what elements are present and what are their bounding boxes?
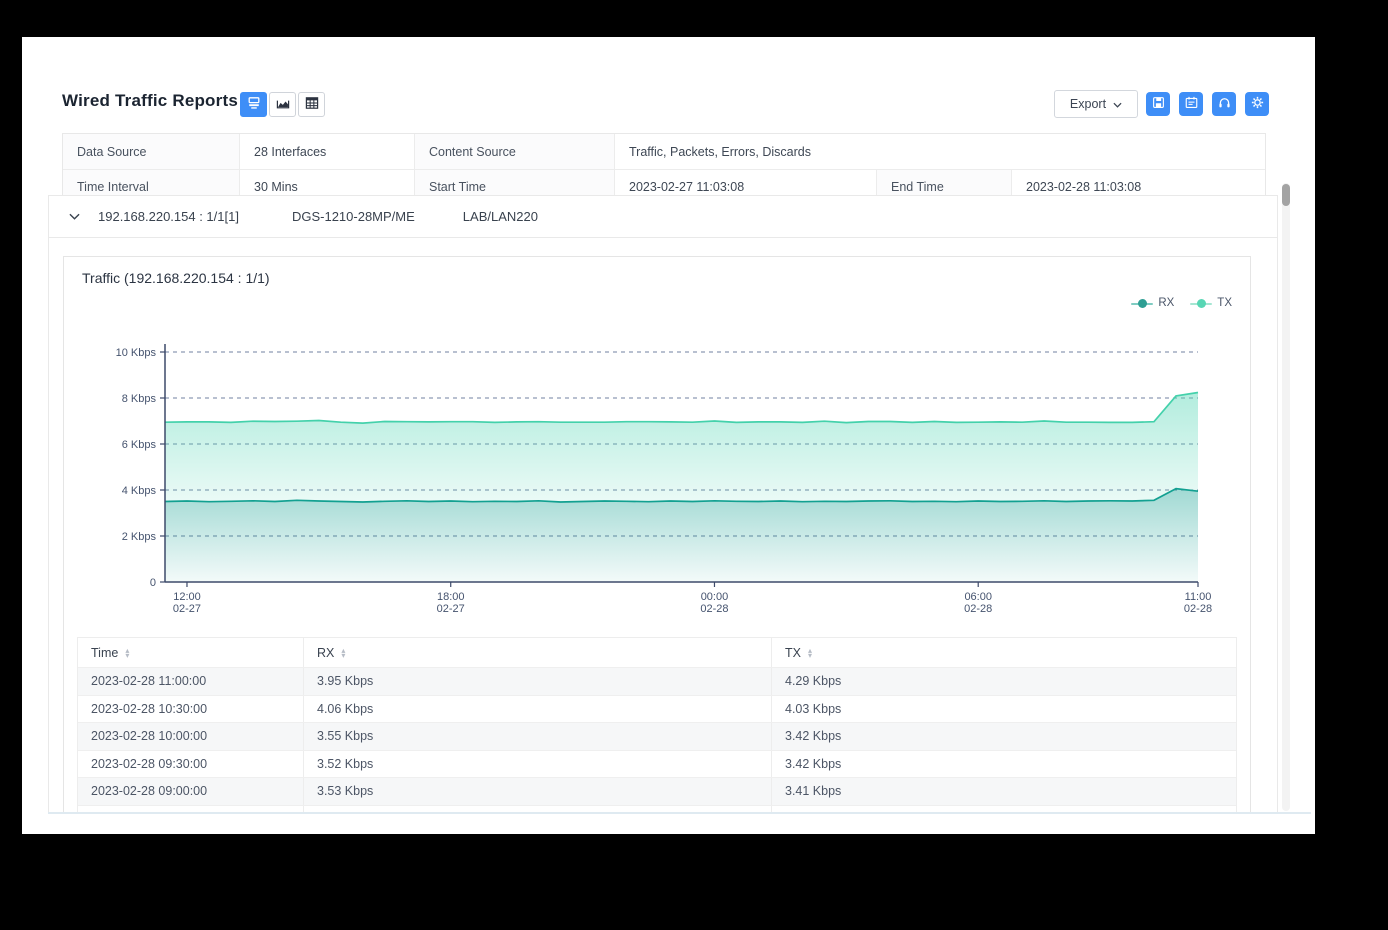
traffic-area-chart: 02 Kbps4 Kbps6 Kbps8 Kbps10 Kbps12:0002-… [116, 344, 1212, 615]
x-axis-tick-date: 02-28 [964, 603, 992, 615]
table-row[interactable]: 2023-02-28 10:00:00 3.55 Kbps 3.42 Kbps [78, 722, 1236, 750]
table-row[interactable]: 2023-02-28 09:00:00 3.53 Kbps 3.41 Kbps [78, 777, 1236, 805]
chart-legend: RX TX [1131, 297, 1232, 309]
summary-label: Content Source [414, 134, 614, 169]
table-cell: 2023-02-28 10:00:00 [91, 729, 208, 744]
area-chart-icon [275, 95, 291, 114]
export-button[interactable]: Export [1054, 90, 1138, 118]
chart-view-toggle-button[interactable] [269, 92, 296, 117]
summary-value: 28 Interfaces [239, 134, 414, 169]
x-axis-tick-date: 02-27 [173, 603, 201, 615]
scrollbar-thumb[interactable] [1282, 184, 1290, 206]
combined-view-toggle-button[interactable] [240, 92, 267, 117]
table-header-row: Time ▴ ▾ RX ▴ ▾ TX ▴ ▾ [78, 638, 1236, 667]
combined-view-icon [246, 95, 262, 114]
table-cell: 3.55 Kbps [303, 723, 771, 750]
table-cell: 3.42 Kbps [771, 750, 1236, 777]
chevron-down-icon [1113, 97, 1122, 111]
collapse-chevron-icon[interactable] [69, 213, 80, 220]
legend-marker-icon [1190, 298, 1213, 308]
table-cell: 2023-02-28 10:30:00 [91, 701, 208, 716]
x-axis-tick-time: 06:00 [964, 591, 992, 603]
table-row[interactable]: 2023-02-28 10:30:00 4.06 Kbps 4.03 Kbps [78, 694, 1236, 722]
table-cell: 3.41 Kbps [771, 778, 1236, 805]
chart-title: Traffic (192.168.220.154 : 1/1) [82, 270, 270, 286]
traffic-chart-panel: Traffic (192.168.220.154 : 1/1) RX TX 0 2 … [63, 256, 1251, 812]
table-cell: 4.29 Kbps [771, 668, 1236, 695]
x-axis-tick-date: 02-28 [1184, 603, 1212, 615]
y-axis-tick-label: 6 Kbps [122, 439, 157, 451]
table-cell: 4.03 Kbps [771, 695, 1236, 722]
y-axis-tick-label: 0 [150, 577, 156, 589]
sort-icon[interactable]: ▴ ▾ [808, 646, 812, 659]
x-axis-tick-time: 00:00 [701, 591, 729, 603]
sort-icon[interactable]: ▴ ▾ [341, 646, 345, 659]
settings-gear-icon [1250, 95, 1265, 113]
report-page: Wired Traffic Reports Export Data Source… [22, 37, 1315, 834]
x-axis-tick-date: 02-27 [437, 603, 465, 615]
device-model: DGS-1210-28MP/ME [291, 209, 415, 224]
y-axis-tick-label: 2 Kbps [122, 531, 157, 543]
device-ip-port: 192.168.220.154 : 1/1[1] [98, 209, 239, 224]
table-cell: 3.52 Kbps [303, 750, 771, 777]
table-cell: 3.42 Kbps [771, 723, 1236, 750]
table-cell: 3.95 Kbps [303, 668, 771, 695]
y-axis-tick-label: 8 Kbps [122, 393, 157, 405]
legend-label: RX [1158, 297, 1175, 309]
export-button-label: Export [1069, 97, 1107, 111]
table-cell: 2023-02-28 09:00:00 [91, 784, 208, 799]
summary-value: Traffic, Packets, Errors, Discards [614, 134, 1265, 169]
traffic-data-table: Time ▴ ▾ RX ▴ ▾ TX ▴ ▾ 2023-02-28 11:00:00 3.95 K… [77, 637, 1237, 812]
y-axis-tick-label: 4 Kbps [122, 485, 157, 497]
y-axis-tick-label: 10 Kbps [116, 347, 157, 359]
device-network: LAB/LAN220 [462, 209, 538, 224]
column-header-label: Time [91, 645, 119, 660]
legend-item-rx[interactable]: RX [1131, 297, 1174, 309]
page-title: Wired Traffic Reports [62, 91, 238, 110]
table-row[interactable]: 2023-02-28 09:30:00 3.52 Kbps 3.42 Kbps [78, 749, 1236, 777]
table-cell: 4.06 Kbps [303, 695, 771, 722]
schedule-icon [1184, 95, 1199, 113]
table-icon [304, 95, 320, 114]
table-view-toggle-button[interactable] [298, 92, 325, 117]
support-headset-icon [1217, 95, 1232, 113]
x-axis-tick-date: 02-28 [700, 603, 728, 615]
schedule-button[interactable] [1179, 92, 1203, 116]
legend-item-tx[interactable]: TX [1190, 297, 1232, 309]
summary-label: Data Source [63, 134, 239, 169]
save-button[interactable] [1146, 92, 1170, 116]
vertical-scrollbar[interactable] [1282, 183, 1290, 811]
region-bottom-divider [48, 812, 1311, 814]
save-icon [1151, 95, 1166, 113]
table-cell: 2023-02-28 09:30:00 [91, 756, 208, 771]
column-header-time[interactable]: Time ▴ ▾ [78, 638, 303, 667]
x-axis-tick-time: 18:00 [437, 591, 465, 603]
column-header-label: RX [317, 645, 335, 660]
legend-label: TX [1217, 297, 1232, 309]
table-cell: 2023-02-28 11:00:00 [91, 674, 207, 689]
settings-button[interactable] [1245, 92, 1269, 116]
rx-area [165, 488, 1198, 582]
support-button[interactable] [1212, 92, 1236, 116]
table-cell: 3.53 Kbps [303, 778, 771, 805]
column-header-tx[interactable]: TX ▴ ▾ [771, 638, 1236, 667]
legend-marker-icon [1131, 298, 1154, 308]
device-row[interactable]: 192.168.220.154 : 1/1[1] DGS-1210-28MP/M… [49, 196, 1277, 238]
table-row[interactable]: 2023-02-28 11:00:00 3.95 Kbps 4.29 Kbps [78, 667, 1236, 695]
table-row[interactable] [78, 804, 1236, 812]
column-header-label: TX [785, 645, 801, 660]
sort-icon[interactable]: ▴ ▾ [125, 646, 129, 659]
tx-line [164, 391, 1199, 424]
tx-area [165, 392, 1198, 502]
action-icon-group [1146, 92, 1269, 116]
x-axis-tick-time: 12:00 [173, 591, 201, 603]
column-header-rx[interactable]: RX ▴ ▾ [303, 638, 771, 667]
report-scroll-region: 192.168.220.154 : 1/1[1] DGS-1210-28MP/M… [48, 195, 1278, 812]
x-axis-tick-time: 11:00 [1185, 591, 1212, 603]
view-toggle-group [240, 92, 325, 117]
